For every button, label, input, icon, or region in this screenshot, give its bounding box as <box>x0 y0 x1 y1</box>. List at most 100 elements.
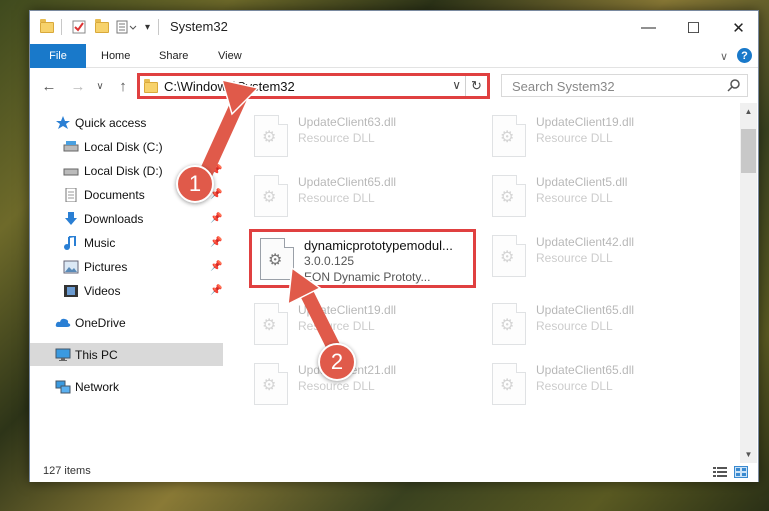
sidebar-item-label: Local Disk (D:) <box>84 163 163 178</box>
sidebar-item-pictures[interactable]: Pictures 📌 <box>30 255 223 278</box>
file-type: Resource DLL <box>536 379 613 393</box>
tiles-view-icon[interactable] <box>734 466 748 478</box>
file-tile[interactable]: ⚙ UpdateClient21.dll Resource DLL <box>246 357 474 415</box>
tab-file[interactable]: File <box>30 44 86 68</box>
sidebar-item-local-disk-c[interactable]: Local Disk (C:) <box>30 135 223 158</box>
help-icon[interactable]: ? <box>737 48 752 63</box>
file-type: Resource DLL <box>536 191 613 205</box>
properties-icon[interactable] <box>72 18 86 36</box>
expand-ribbon-icon[interactable]: ∨ <box>720 44 728 68</box>
tab-home[interactable]: Home <box>101 44 130 68</box>
gear-icon: ⚙ <box>262 189 277 206</box>
callout-badge-2: 2 <box>318 343 356 381</box>
search-placeholder: Search System32 <box>512 79 615 94</box>
sidebar-item-network[interactable]: Network <box>30 375 223 398</box>
computer-icon <box>55 348 71 361</box>
file-tile[interactable]: ⚙ UpdateClient63.dll Resource DLL <box>246 109 474 167</box>
file-tile[interactable]: ⚙ UpdateClient65.dll Resource DLL <box>484 357 712 415</box>
dll-file-icon: ⚙ <box>254 363 288 405</box>
file-tile[interactable]: ⚙ UpdateClient19.dll Resource DLL <box>246 297 474 355</box>
maximize-button[interactable]: ☐ <box>671 11 716 44</box>
explorer-window: ▾ System32 — ☐ ✕ File Home Share View ∨ … <box>29 10 759 482</box>
gear-icon: ⚙ <box>262 377 277 394</box>
dll-file-icon: ⚙ <box>492 235 526 277</box>
back-button[interactable]: ← <box>39 77 59 95</box>
scroll-down-icon[interactable]: ▼ <box>740 446 757 463</box>
sidebar-item-downloads[interactable]: Downloads 📌 <box>30 207 223 230</box>
details-view-icon[interactable] <box>713 466 727 478</box>
gear-icon: ⚙ <box>500 129 515 146</box>
title-bar: ▾ System32 — ☐ ✕ <box>30 11 758 44</box>
sidebar-item-label: Local Disk (C:) <box>84 139 163 154</box>
customize-icon[interactable] <box>116 18 138 36</box>
sidebar-item-label: Videos <box>84 283 121 298</box>
address-path[interactable]: C:\Windows\System32 <box>164 79 295 94</box>
file-type: Resource DLL <box>298 131 375 145</box>
download-icon <box>65 211 77 225</box>
pin-icon: 📌 <box>210 285 223 296</box>
pictures-icon <box>63 260 79 273</box>
up-button[interactable]: ↑ <box>113 77 133 95</box>
address-bar[interactable]: C:\Windows\System32 ∨ ↻ <box>137 73 490 99</box>
sidebar-item-videos[interactable]: Videos 📌 <box>30 279 223 302</box>
dll-file-icon: ⚙ <box>492 175 526 217</box>
file-name: UpdateClient42.dll <box>536 235 635 249</box>
file-name: UpdateClient63.dll <box>298 115 397 129</box>
status-bar: 127 items <box>30 463 758 482</box>
sidebar-item-label: Music <box>84 235 116 250</box>
network-icon <box>55 380 71 393</box>
file-tile[interactable]: ⚙ UpdateClient65.dll Resource DLL <box>484 297 712 355</box>
file-name: UpdateClient19.dll <box>298 303 397 317</box>
sidebar-item-onedrive[interactable]: OneDrive <box>30 311 223 334</box>
file-type: Resource DLL <box>536 319 613 333</box>
refresh-button[interactable]: ↻ <box>465 76 487 96</box>
file-name: UpdateClient65.dll <box>536 363 635 377</box>
pin-icon: 📌 <box>210 261 223 272</box>
item-count: 127 items <box>43 465 91 477</box>
sidebar-item-quick-access[interactable]: Quick access <box>30 111 223 134</box>
gear-icon: ⚙ <box>262 317 277 334</box>
dll-file-icon: ⚙ <box>254 303 288 345</box>
forward-button[interactable]: → <box>68 77 88 95</box>
gear-icon: ⚙ <box>500 317 515 334</box>
file-name: UpdateClient65.dll <box>298 175 397 189</box>
close-button[interactable]: ✕ <box>716 11 761 44</box>
search-input[interactable]: Search System32 <box>501 74 748 97</box>
file-tile[interactable]: ⚙ UpdateClient42.dll Resource DLL <box>484 229 712 287</box>
pin-icon: 📌 <box>210 213 223 224</box>
scrollbar-thumb[interactable] <box>741 129 756 173</box>
minimize-button[interactable]: — <box>626 11 671 44</box>
sidebar-item-this-pc[interactable]: This PC <box>30 343 223 366</box>
file-type: Resource DLL <box>536 251 613 265</box>
file-type: Resource DLL <box>536 131 613 145</box>
vertical-scrollbar[interactable]: ▲ ▼ <box>740 103 757 463</box>
quick-access-dropdown-icon[interactable]: ▾ <box>145 18 150 36</box>
address-row: ← → ∨ ↑ C:\Windows\System32 ∨ ↻ Search S… <box>30 69 758 103</box>
sidebar-item-label: Pictures <box>84 259 128 274</box>
dll-file-icon: ⚙ <box>254 175 288 217</box>
file-tile[interactable]: ⚙ UpdateClient5.dll Resource DLL <box>484 169 712 227</box>
sidebar-item-music[interactable]: Music 📌 <box>30 231 223 254</box>
file-type: Resource DLL <box>298 319 375 333</box>
ribbon: File Home Share View ∨ ? <box>30 44 758 68</box>
sidebar-item-label: OneDrive <box>75 315 126 330</box>
address-dropdown-icon[interactable]: ∨ <box>452 78 461 92</box>
new-folder-icon[interactable] <box>95 18 109 36</box>
navigation-pane: Quick access Local Disk (C:) Local Disk … <box>30 103 225 463</box>
scroll-up-icon[interactable]: ▲ <box>740 103 757 120</box>
file-tile[interactable]: ⚙ UpdateClient65.dll Resource DLL <box>246 169 474 227</box>
dll-file-icon: ⚙ <box>254 115 288 157</box>
file-name: UpdateClient19.dll <box>536 115 635 129</box>
music-icon <box>64 235 76 250</box>
documents-icon <box>65 187 77 202</box>
sidebar-item-label: Quick access <box>75 115 147 130</box>
recent-locations-button[interactable]: ∨ <box>90 77 110 95</box>
window-title: System32 <box>170 19 228 34</box>
gear-icon: ⚙ <box>500 189 515 206</box>
tab-share[interactable]: Share <box>159 44 188 68</box>
file-type: Resource DLL <box>298 379 375 393</box>
file-tile[interactable]: ⚙ UpdateClient19.dll Resource DLL <box>484 109 712 167</box>
tab-view[interactable]: View <box>218 44 242 68</box>
folder-icon <box>40 18 54 36</box>
gear-icon: ⚙ <box>500 249 515 266</box>
